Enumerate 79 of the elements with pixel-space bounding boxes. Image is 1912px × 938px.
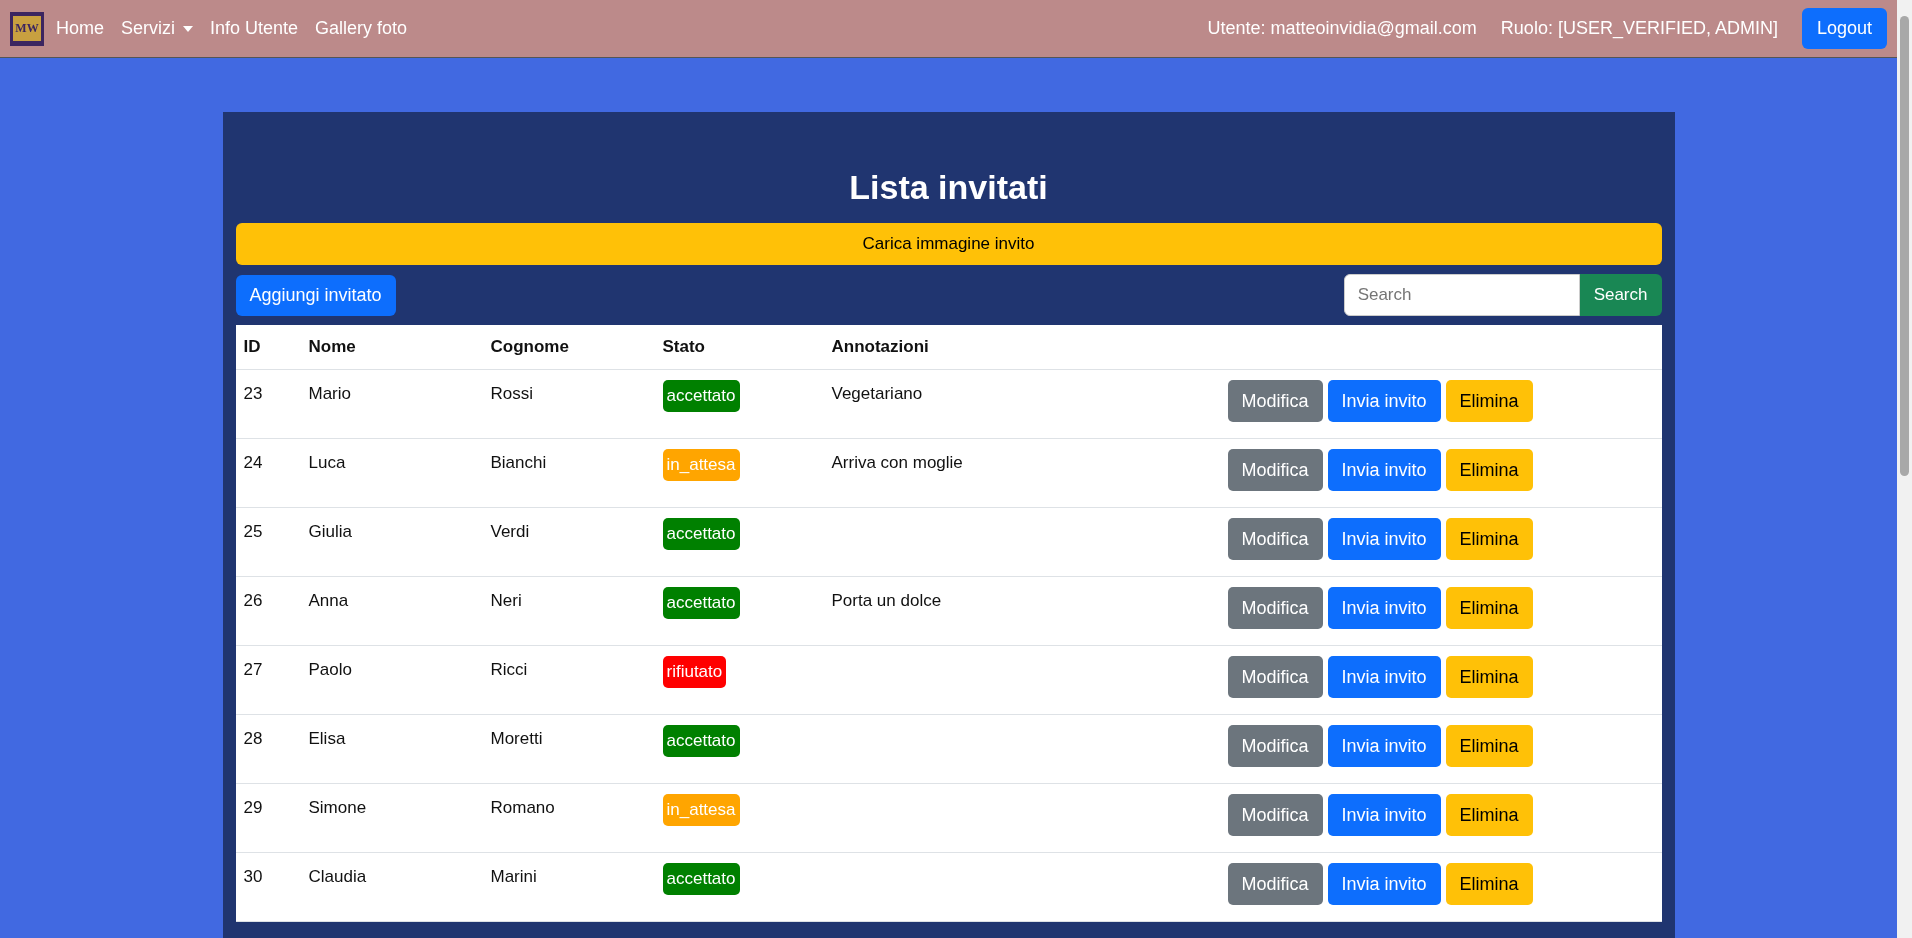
action-button[interactable]: Invia invito xyxy=(1327,794,1441,836)
action-button[interactable]: Modifica xyxy=(1227,863,1323,905)
table-cell-text: Simone xyxy=(307,797,368,819)
table-cell-text: Marini xyxy=(489,866,538,888)
table-cell-text: Neri xyxy=(489,590,523,612)
status-badge: accettato xyxy=(662,863,740,895)
action-button[interactable]: Elimina xyxy=(1445,863,1533,905)
status-badge: rifiutato xyxy=(662,656,727,688)
table-cell-text: 28 xyxy=(242,728,264,750)
action-button[interactable]: Elimina xyxy=(1445,518,1533,560)
table-cell: Porta un dolce xyxy=(831,591,942,611)
status-badge: accettato xyxy=(662,587,740,619)
action-button[interactable]: Modifica xyxy=(1227,656,1323,698)
action-button[interactable]: Elimina xyxy=(1445,449,1533,491)
table-cell-text: Verdi xyxy=(489,521,531,543)
status-badge: accettato xyxy=(662,725,740,757)
column-header: Stato xyxy=(661,337,706,357)
table-cell-text: 25 xyxy=(242,521,264,543)
user-email: Utente: matteoinvidia@gmail.com xyxy=(1207,18,1477,39)
status-badge: in_attesa xyxy=(662,449,740,481)
table-cell-text: Luca xyxy=(307,452,347,474)
action-button[interactable]: Elimina xyxy=(1445,656,1533,698)
table-cell-text: Anna xyxy=(307,590,350,612)
table-cell-text: 24 xyxy=(242,452,264,474)
status-badge: in_attesa xyxy=(662,794,740,826)
logout-button[interactable]: Logout xyxy=(1801,8,1887,49)
nav-link[interactable]: Gallery foto xyxy=(315,18,408,39)
action-button[interactable]: Elimina xyxy=(1445,587,1533,629)
search-button[interactable]: Search xyxy=(1579,274,1662,316)
action-button[interactable]: Modifica xyxy=(1227,380,1323,422)
search-field[interactable]: Search xyxy=(1343,274,1580,316)
table-cell: Arriva con moglie xyxy=(831,453,963,473)
table-cell: Vegetariano xyxy=(831,384,923,404)
status-badge: accettato xyxy=(662,518,740,550)
nav-link[interactable]: Info Utente xyxy=(210,18,299,39)
action-button[interactable]: Modifica xyxy=(1227,794,1323,836)
action-button[interactable]: Invia invito xyxy=(1327,380,1441,422)
scrollbar[interactable] xyxy=(1897,0,1912,938)
action-button[interactable]: Modifica xyxy=(1227,518,1323,560)
table-cell-text: Rossi xyxy=(489,383,534,405)
user-role: Ruolo: [USER_VERIFIED, ADMIN] xyxy=(1500,18,1778,39)
table-cell-text: Ricci xyxy=(489,659,529,681)
action-button[interactable]: Elimina xyxy=(1445,794,1533,836)
column-header: ID xyxy=(242,337,262,357)
action-button[interactable]: Elimina xyxy=(1445,380,1533,422)
table-cell-text: Romano xyxy=(489,797,556,819)
action-button[interactable]: Modifica xyxy=(1227,587,1323,629)
table-cell-text: 29 xyxy=(242,797,264,819)
table-cell-text: Elisa xyxy=(307,728,347,750)
nav-link[interactable]: Home xyxy=(56,18,104,39)
table-cell-text: 26 xyxy=(242,590,264,612)
upload-button[interactable]: Carica immagine invito xyxy=(235,223,1662,265)
action-button[interactable]: Invia invito xyxy=(1327,725,1441,767)
action-button[interactable]: Invia invito xyxy=(1327,656,1441,698)
nav-dropdown[interactable]: Servizi xyxy=(121,18,194,39)
action-button[interactable]: Invia invito xyxy=(1327,449,1441,491)
add-button[interactable]: Aggiungi invitato xyxy=(235,274,396,316)
table-cell-text: 23 xyxy=(242,383,264,405)
table-cell-text: 30 xyxy=(242,866,264,888)
action-button[interactable]: Invia invito xyxy=(1327,518,1441,560)
status-badge: accettato xyxy=(662,380,740,412)
action-button[interactable]: Elimina xyxy=(1445,725,1533,767)
table-cell-text: Moretti xyxy=(489,728,544,750)
action-button[interactable]: Modifica xyxy=(1227,725,1323,767)
table-cell-text: Bianchi xyxy=(489,452,548,474)
column-header: Cognome xyxy=(489,337,570,357)
action-button[interactable]: Invia invito xyxy=(1327,587,1441,629)
page-title: Lista invitati xyxy=(848,167,1049,208)
column-header: Nome xyxy=(307,337,357,357)
table-cell-text: 27 xyxy=(242,659,264,681)
caret-icon xyxy=(183,25,194,32)
column-header: Annotazioni xyxy=(830,337,930,357)
action-button[interactable]: Invia invito xyxy=(1327,863,1441,905)
table-cell-text: Claudia xyxy=(307,866,368,888)
table-cell-text: Paolo xyxy=(307,659,353,681)
action-button[interactable]: Modifica xyxy=(1227,449,1323,491)
table-cell-text: Mario xyxy=(307,383,352,405)
table-cell-text: Giulia xyxy=(307,521,353,543)
logo-icon[interactable]: MW xyxy=(10,11,44,46)
